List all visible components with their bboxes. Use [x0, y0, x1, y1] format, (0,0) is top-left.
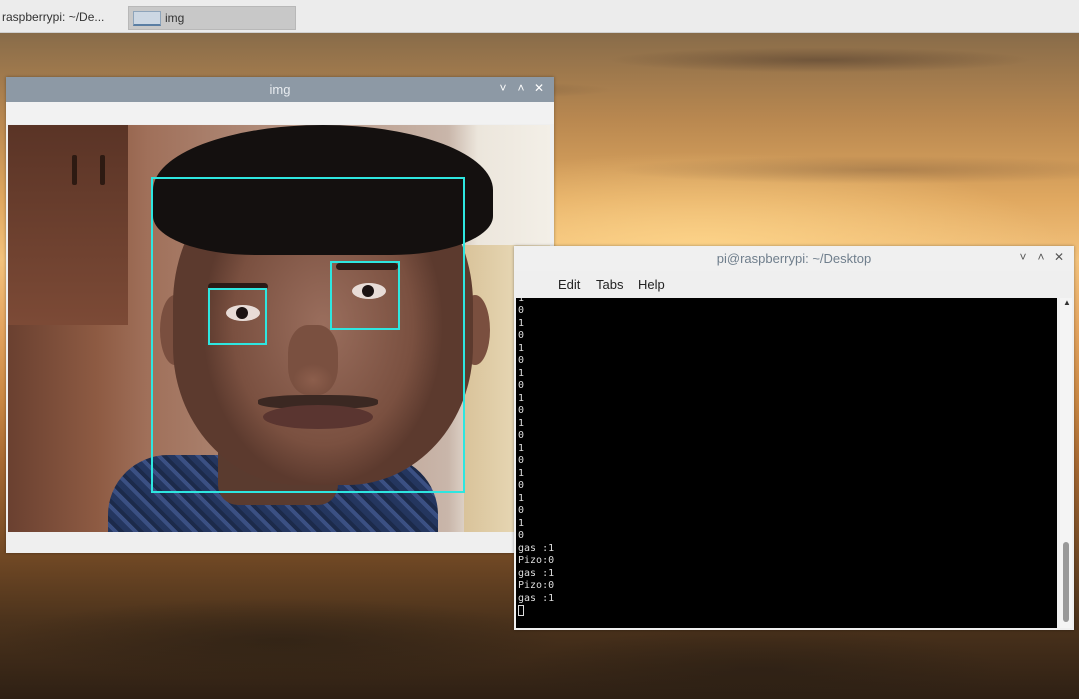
terminal-partial-line: 0	[518, 380, 525, 391]
terminal-partial-line: 0	[518, 305, 525, 316]
terminal-partial-line: 1	[518, 298, 525, 304]
menu-tabs[interactable]: Tabs	[596, 277, 623, 292]
terminal-partial-line: 0	[518, 330, 525, 341]
taskbar-img-button[interactable]: img	[128, 6, 296, 30]
img-window-toolbar	[6, 102, 554, 124]
left-eye-detection-box	[208, 288, 267, 345]
terminal-partial-line: 1	[518, 492, 525, 504]
taskbar: raspberrypi: ~/De... img	[0, 0, 1079, 33]
terminal-line: Pizo:0	[518, 580, 555, 591]
maximize-icon[interactable]: ˄	[1032, 250, 1050, 264]
minimize-icon[interactable]: ˅	[1014, 250, 1032, 264]
terminal-partial-line: 0	[518, 530, 525, 541]
scrollbar-thumb[interactable]	[1063, 542, 1069, 622]
terminal-scrollbar[interactable]: ▲	[1060, 298, 1072, 628]
partial-output-lines: 10101010101010101010	[518, 298, 554, 543]
cupboard	[8, 125, 128, 325]
terminal-partial-line: 1	[518, 317, 525, 329]
terminal-partial-line: 0	[518, 430, 525, 441]
camera-frame	[8, 125, 550, 532]
img-window: img ˅ ˄ ✕	[6, 77, 554, 553]
terminal-cursor	[518, 605, 524, 616]
face-detection-box	[151, 177, 465, 493]
terminal-partial-line: 1	[518, 367, 525, 379]
terminal-titlebar[interactable]: pi@raspberrypi: ~/Desktop ˅ ˄ ✕	[514, 246, 1074, 271]
terminal-partial-line: 0	[518, 505, 525, 516]
img-window-title: img	[269, 82, 291, 97]
terminal-partial-line: 0	[518, 355, 525, 366]
terminal-lines: 10101010101010101010 gas :1 Pizo:0 gas :…	[518, 298, 554, 618]
terminal-partial-line: 1	[518, 392, 525, 404]
img-window-titlebar[interactable]: img ˅ ˄ ✕	[6, 77, 554, 102]
maximize-icon[interactable]: ˄	[512, 81, 530, 95]
terminal-window: pi@raspberrypi: ~/Desktop ˅ ˄ ✕ Edit Tabs …	[514, 246, 1074, 630]
taskbar-terminal-label: raspberrypi: ~/De...	[2, 10, 105, 24]
terminal-partial-line: 1	[518, 442, 525, 454]
terminal-line: gas :1	[518, 592, 555, 604]
terminal-line: Pizo:0	[518, 555, 555, 566]
menu-help[interactable]: Help	[638, 277, 665, 292]
terminal-line: gas :1	[518, 567, 555, 579]
menu-edit[interactable]: Edit	[558, 277, 580, 292]
window-icon	[133, 11, 161, 27]
terminal-partial-line: 1	[518, 342, 525, 354]
taskbar-terminal-button[interactable]: raspberrypi: ~/De...	[0, 6, 127, 30]
close-icon[interactable]: ✕	[530, 81, 548, 95]
terminal-partial-line: 1	[518, 417, 525, 429]
minimize-icon[interactable]: ˅	[494, 81, 512, 95]
terminal-title: pi@raspberrypi: ~/Desktop	[716, 251, 872, 266]
terminal-output[interactable]: 10101010101010101010 gas :1 Pizo:0 gas :…	[516, 298, 1057, 628]
terminal-line: gas :1	[518, 542, 555, 554]
terminal-partial-line: 1	[518, 467, 525, 479]
terminal-partial-line: 0	[518, 405, 525, 416]
taskbar-img-label: img	[165, 11, 185, 25]
terminal-menubar: Edit Tabs Help	[514, 272, 1074, 296]
terminal-partial-line: 0	[518, 455, 525, 466]
terminal-partial-line: 0	[518, 480, 525, 491]
terminal-partial-line: 1	[518, 517, 525, 529]
close-icon[interactable]: ✕	[1050, 250, 1068, 264]
right-eye-detection-box	[330, 261, 400, 330]
scroll-up-icon[interactable]: ▲	[1063, 298, 1071, 307]
